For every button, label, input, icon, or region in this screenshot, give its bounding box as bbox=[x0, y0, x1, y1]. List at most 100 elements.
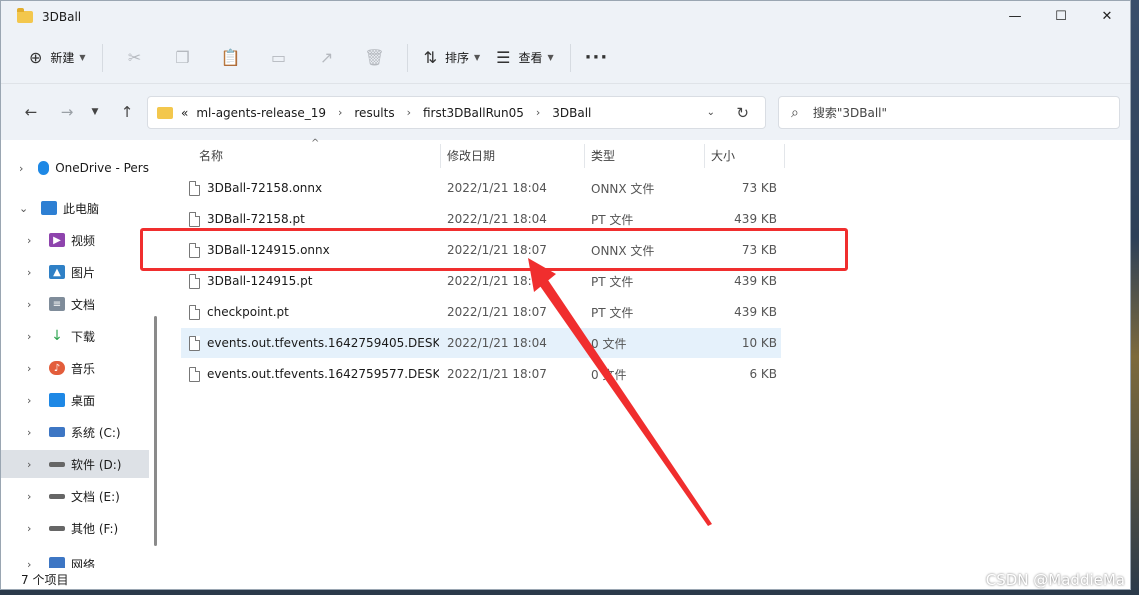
file-icon bbox=[189, 211, 200, 227]
new-button[interactable]: ⊕ 新建 ▼ bbox=[21, 42, 94, 74]
refresh-icon[interactable]: ↻ bbox=[736, 104, 749, 122]
sidebar-item-desktop[interactable]: › 桌面 bbox=[1, 386, 149, 414]
file-row[interactable]: events.out.tfevents.1642759405.DESK... 2… bbox=[181, 328, 781, 358]
title-bar: 3DBall — ☐ ✕ bbox=[1, 1, 1130, 32]
sidebar-item-network[interactable]: › 网络 bbox=[1, 550, 149, 568]
breadcrumb-item[interactable]: 3DBall bbox=[552, 106, 591, 120]
chevron-right-icon[interactable]: › bbox=[27, 298, 37, 311]
file-icon bbox=[189, 366, 200, 382]
address-dropdown-icon[interactable]: ⌄ bbox=[707, 107, 715, 118]
file-type: PT 文件 bbox=[591, 305, 634, 320]
file-size: 439 KB bbox=[734, 305, 777, 319]
item-count: 7 个项目 bbox=[21, 573, 69, 587]
up-arrow-icon[interactable]: ↑ bbox=[113, 103, 141, 121]
chevron-right-icon[interactable]: › bbox=[19, 162, 26, 175]
file-size: 439 KB bbox=[734, 274, 777, 288]
search-box[interactable]: ⌕ 搜索"3DBall" bbox=[778, 96, 1120, 129]
address-bar[interactable]: « ml-agents-release_19 › results › first… bbox=[147, 96, 766, 129]
sidebar-item-music[interactable]: › ♪ 音乐 bbox=[1, 354, 149, 382]
file-row[interactable]: checkpoint.pt 2022/1/21 18:07 PT 文件 439 … bbox=[181, 297, 781, 327]
column-divider[interactable] bbox=[784, 144, 785, 168]
column-divider[interactable] bbox=[704, 144, 705, 168]
breadcrumb-item[interactable]: ml-agents-release_19 bbox=[196, 106, 326, 120]
chevron-right-icon[interactable]: › bbox=[27, 362, 37, 375]
toolbar-divider bbox=[569, 43, 571, 72]
chevron-right-icon[interactable]: › bbox=[27, 266, 37, 279]
chevron-right-icon[interactable]: › bbox=[27, 234, 37, 247]
forward-arrow-icon[interactable]: → bbox=[53, 103, 81, 121]
toolbar-divider bbox=[406, 43, 408, 72]
sidebar-item-label: 软件 (D:) bbox=[71, 457, 122, 472]
file-date: 2022/1/21 18:07 bbox=[447, 305, 547, 319]
breadcrumb-separator-icon[interactable]: › bbox=[536, 106, 540, 119]
sidebar-item-drive-d[interactable]: › 软件 (D:) bbox=[1, 450, 149, 478]
file-date: 2022/1/21 18:04 bbox=[447, 181, 547, 195]
sidebar-item-documents[interactable]: › ≡ 文档 bbox=[1, 290, 149, 318]
chevron-right-icon[interactable]: › bbox=[27, 426, 37, 439]
chevron-down-icon[interactable]: ⌄ bbox=[19, 202, 29, 215]
chevron-right-icon[interactable]: › bbox=[27, 394, 37, 407]
maximize-button[interactable]: ☐ bbox=[1038, 1, 1084, 32]
breadcrumb-item[interactable]: results bbox=[354, 106, 394, 120]
file-date: 2022/1/21 18:04 bbox=[447, 212, 547, 226]
sort-button[interactable]: ⇅ 排序 ▼ bbox=[416, 42, 489, 74]
column-header-name[interactable]: 名称 bbox=[199, 140, 223, 170]
close-button[interactable]: ✕ bbox=[1084, 1, 1130, 32]
plus-circle-icon: ⊕ bbox=[29, 48, 43, 67]
minimize-button[interactable]: — bbox=[992, 1, 1038, 32]
chevron-down-icon: ▼ bbox=[547, 53, 554, 62]
download-icon: ↓ bbox=[51, 328, 63, 344]
file-name: 3DBall-72158.onnx bbox=[207, 181, 323, 195]
rename-icon[interactable]: ▭ bbox=[255, 48, 303, 67]
column-header-date[interactable]: 修改日期 bbox=[447, 140, 495, 170]
view-button[interactable]: ☰ 查看 ▼ bbox=[488, 42, 562, 74]
sidebar-item-drive-f[interactable]: › 其他 (F:) bbox=[1, 514, 149, 542]
column-divider[interactable] bbox=[584, 144, 585, 168]
share-icon[interactable]: ↗ bbox=[303, 48, 351, 67]
back-arrow-icon[interactable]: ← bbox=[17, 103, 45, 121]
breadcrumb-overflow[interactable]: « bbox=[181, 106, 188, 120]
chevron-right-icon[interactable]: › bbox=[27, 490, 37, 503]
file-row[interactable]: 3DBall-72158.onnx 2022/1/21 18:04 ONNX 文… bbox=[181, 173, 781, 203]
breadcrumb-separator-icon[interactable]: › bbox=[407, 106, 411, 119]
column-header-type[interactable]: 类型 bbox=[591, 140, 615, 170]
search-placeholder: 搜索"3DBall" bbox=[812, 106, 888, 120]
file-name: events.out.tfevents.1642759577.DESK... bbox=[207, 367, 439, 381]
column-header-size[interactable]: 大小 bbox=[711, 140, 735, 170]
sidebar-item-drive-c[interactable]: › 系统 (C:) bbox=[1, 418, 149, 446]
breadcrumb-item[interactable]: first3DBallRun05 bbox=[423, 106, 524, 120]
window-controls: — ☐ ✕ bbox=[992, 1, 1130, 32]
cut-icon[interactable]: ✂ bbox=[111, 48, 159, 67]
column-divider[interactable] bbox=[440, 144, 441, 168]
copy-icon[interactable]: ❐ bbox=[159, 48, 207, 67]
chevron-down-icon: ▼ bbox=[79, 53, 86, 62]
file-date: 2022/1/21 18:04 bbox=[447, 336, 547, 350]
chevron-right-icon[interactable]: › bbox=[27, 558, 37, 569]
drive-icon bbox=[49, 461, 65, 467]
file-row[interactable]: events.out.tfevents.1642759577.DESK... 2… bbox=[181, 359, 781, 389]
paste-icon[interactable]: 📋 bbox=[207, 48, 255, 67]
sort-ascending-icon: ^ bbox=[311, 138, 320, 149]
sidebar-item-pictures[interactable]: › ▲ 图片 bbox=[1, 258, 149, 286]
file-name: 3DBall-124915.pt bbox=[207, 274, 313, 288]
sidebar-item-this-pc[interactable]: ⌄ 此电脑 bbox=[1, 194, 149, 222]
computer-icon bbox=[41, 201, 57, 215]
chevron-right-icon[interactable]: › bbox=[27, 458, 37, 471]
chevron-right-icon[interactable]: › bbox=[27, 330, 37, 343]
sidebar-item-videos[interactable]: › ▶ 视频 bbox=[1, 226, 149, 254]
more-options-button[interactable]: ··· bbox=[585, 47, 609, 68]
breadcrumb-separator-icon[interactable]: › bbox=[338, 106, 342, 119]
command-bar: ⊕ 新建 ▼ ✂ ❐ 📋 ▭ ↗ 🗑 ⇅ 排序 ▼ ☰ 查看 ▼ ··· bbox=[1, 32, 1130, 84]
sidebar-item-onedrive[interactable]: › OneDrive - Pers bbox=[1, 154, 149, 182]
recent-locations-chevron-icon[interactable]: ▼ bbox=[81, 107, 109, 117]
navigation-pane: › OneDrive - Pers ⌄ 此电脑 › ▶ 视频 › ▲ 图片 › … bbox=[1, 140, 151, 568]
chevron-right-icon[interactable]: › bbox=[27, 522, 37, 535]
video-icon: ▶ bbox=[49, 233, 65, 247]
delete-icon[interactable]: 🗑 bbox=[351, 48, 399, 67]
sidebar-item-drive-e[interactable]: › 文档 (E:) bbox=[1, 482, 149, 510]
view-list-icon: ☰ bbox=[496, 48, 511, 67]
sidebar-item-label: 音乐 bbox=[71, 361, 96, 376]
sidebar-scrollbar[interactable] bbox=[154, 316, 157, 546]
sidebar-item-downloads[interactable]: › ↓ 下载 bbox=[1, 322, 149, 350]
file-icon bbox=[189, 273, 200, 289]
